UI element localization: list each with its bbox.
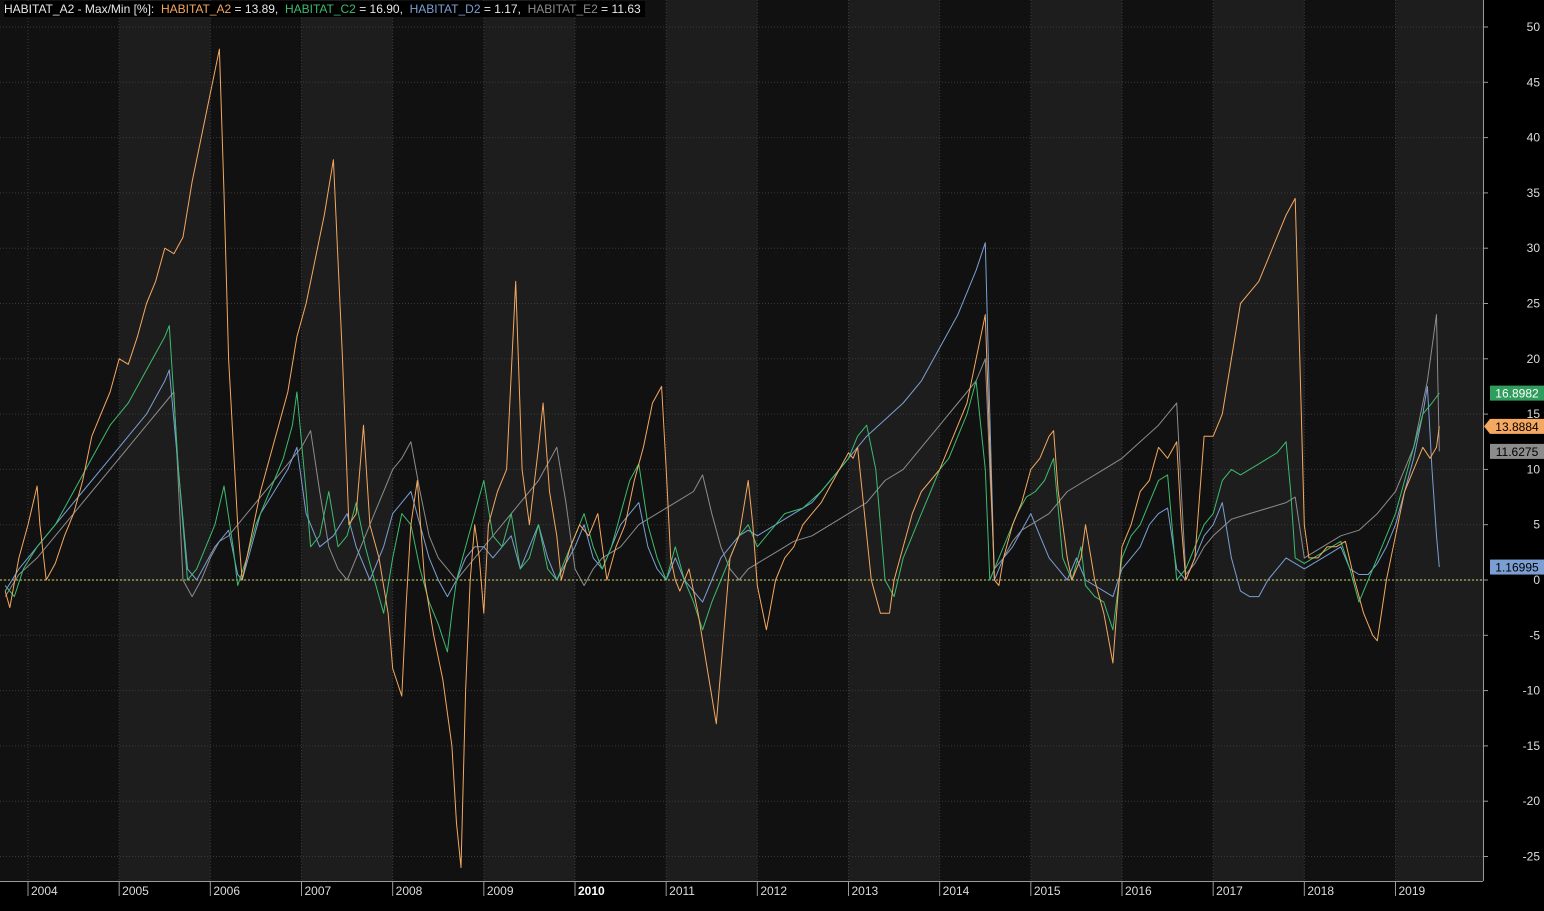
legend-item-habitat-e2: HABITAT_E2 = 11.63 [527,2,641,16]
x-tick-label: 2004 [31,884,58,898]
year-band [1213,0,1305,881]
year-band [848,0,940,881]
year-band [1030,0,1122,881]
chart-panel[interactable]: 50 45 40 35 30 25 20 15 10 5 0 -5 -10 -15 -20 -25 2004 2… [0,0,1544,911]
x-tick-label: 2010 [578,884,605,898]
legend-value: 13.89 [244,2,275,16]
y-tick-label: 25 [1527,297,1541,311]
tag-value: 16.8982 [1495,387,1539,401]
legend-item-habitat-a2: HABITAT_A2 = 13.89, [160,2,279,16]
tag-value: 11.6275 [1496,445,1539,459]
x-tick-label: 2011 [669,884,695,898]
y-tick-label: -10 [1523,684,1541,698]
x-axis: 2004 2005 2006 2007 2008 2009 2010 2011 2012 2013… [0,881,1544,911]
x-tick-label: 2015 [1034,884,1061,898]
x-tick-label: 2014 [943,884,970,898]
last-value-tag-habitat-c2: 16.8982 [1490,385,1544,401]
legend-item-habitat-c2: HABITAT_C2 = 16.90, [284,2,403,16]
year-band [666,0,758,881]
legend-name: HABITAT_D2 [409,2,481,16]
x-tick-label: 2012 [760,884,787,898]
y-tick-label: 10 [1527,462,1541,476]
legend-value: 16.90 [369,2,400,16]
y-tick-label: -20 [1523,794,1541,808]
last-value-tag-habitat-d2: 1.16995 [1490,559,1544,575]
tag-value: 1.16995 [1495,561,1539,575]
chart-svg[interactable]: 50454035302520151050-5-10-15-20-25 2004 2… [0,0,1544,911]
y-tick-label: -25 [1523,850,1541,864]
legend-value: 11.63 [611,2,641,16]
x-tick-label: 2005 [122,884,149,898]
x-tick-label: 2006 [213,884,240,898]
x-tick-label: 2017 [1216,884,1243,898]
year-band [483,0,575,881]
legend-item-habitat-d2: HABITAT_D2 = 1.17, [409,2,521,16]
x-tick-label: 2016 [1125,884,1152,898]
y-tick-label: 45 [1527,75,1541,89]
y-tick-label: 35 [1527,186,1541,200]
y-tick-label: 20 [1527,352,1541,366]
y-tick-label: 5 [1533,518,1540,532]
x-tick-label: 2018 [1307,884,1334,898]
y-tick-label: 40 [1527,131,1541,145]
x-tick-label: 2007 [305,884,332,898]
chart-title: HABITAT_A2 - Max/Min [%]: [4,2,155,16]
x-tick-label: 2013 [852,884,879,898]
legend-name: HABITAT_E2 [527,2,598,16]
legend-name: HABITAT_A2 [160,2,232,16]
legend-value: 1.17 [494,2,518,16]
y-tick-label: 0 [1533,573,1540,587]
year-band [301,0,393,881]
chart-legend-header: HABITAT_A2 - Max/Min [%]: HABITAT_A2 = 1… [4,1,645,17]
tag-value: 13.8884 [1495,420,1539,434]
year-band [119,0,211,881]
last-value-tag-habitat-e2: 11.6275 [1490,443,1544,459]
y-tick-label: 50 [1527,20,1541,34]
last-value-tag-habitat-a2: 13.8884 [1484,418,1544,434]
y-tick-label: -5 [1529,628,1540,642]
x-tick-label: 2019 [1399,884,1426,898]
x-tick-label: 2009 [487,884,514,898]
x-tick-label: 2008 [396,884,423,898]
y-tick-label: 30 [1527,241,1541,255]
y-tick-label: -15 [1523,739,1541,753]
legend-name: HABITAT_C2 [284,2,356,16]
